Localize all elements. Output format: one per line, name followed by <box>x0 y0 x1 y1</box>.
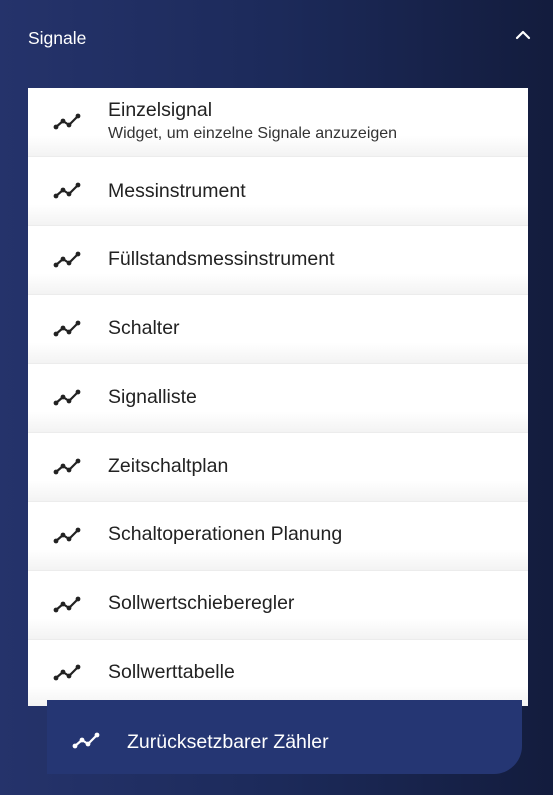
signal-line-icon <box>72 732 100 749</box>
widget-item-description: Widget, um einzelne Signale anzuzeigen <box>108 125 398 142</box>
signal-line-icon <box>53 113 81 130</box>
signal-line-icon <box>53 320 81 337</box>
signal-line-icon <box>53 664 81 681</box>
section-title: Signale <box>28 28 87 48</box>
widget-item-einzelsignal[interactable]: Einzelsignal Widget, um einzelne Signale… <box>28 88 528 157</box>
widget-item-zuruecksetzbarer-zaehler[interactable]: Zurücksetzbarer Zähler <box>47 700 522 774</box>
widget-item-label: Füllstandsmessinstrument <box>108 248 335 270</box>
signal-line-icon <box>53 458 81 475</box>
widget-item-label: Schaltoperationen Planung <box>108 523 343 545</box>
widget-item-sollwertschieberegler[interactable]: Sollwertschieberegler <box>28 571 528 640</box>
widget-list-panel: Einzelsignal Widget, um einzelne Signale… <box>28 88 528 706</box>
widget-item-label: Zeitschaltplan <box>108 455 229 477</box>
widget-item-signalliste[interactable]: Signalliste <box>28 364 528 433</box>
widget-item-label: Sollwerttabelle <box>108 661 235 683</box>
signale-section-header[interactable]: Signale <box>0 0 553 76</box>
signal-line-icon <box>53 389 81 406</box>
widget-item-schaltoperationen-planung[interactable]: Schaltoperationen Planung <box>28 502 528 571</box>
signal-line-icon <box>53 596 81 613</box>
widget-item-label: Zurücksetzbarer Zähler <box>127 731 329 753</box>
chevron-up-icon[interactable] <box>511 25 535 45</box>
widget-item-label: Schalter <box>108 317 180 339</box>
signal-line-icon <box>53 527 81 544</box>
widget-item-fuellstandsmessinstrument[interactable]: Füllstandsmessinstrument <box>28 226 528 295</box>
widget-item-zeitschaltplan[interactable]: Zeitschaltplan <box>28 433 528 502</box>
widget-item-schalter[interactable]: Schalter <box>28 295 528 364</box>
signal-line-icon <box>53 182 81 199</box>
widget-item-label: Messinstrument <box>108 180 246 202</box>
widget-item-label: Sollwertschieberegler <box>108 592 295 614</box>
widget-item-label: Signalliste <box>108 386 197 408</box>
signal-line-icon <box>53 251 81 268</box>
widget-item-label: Einzelsignal <box>108 99 213 121</box>
widget-item-sollwerttabelle[interactable]: Sollwerttabelle <box>28 640 528 706</box>
widget-item-messinstrument[interactable]: Messinstrument <box>28 157 528 226</box>
